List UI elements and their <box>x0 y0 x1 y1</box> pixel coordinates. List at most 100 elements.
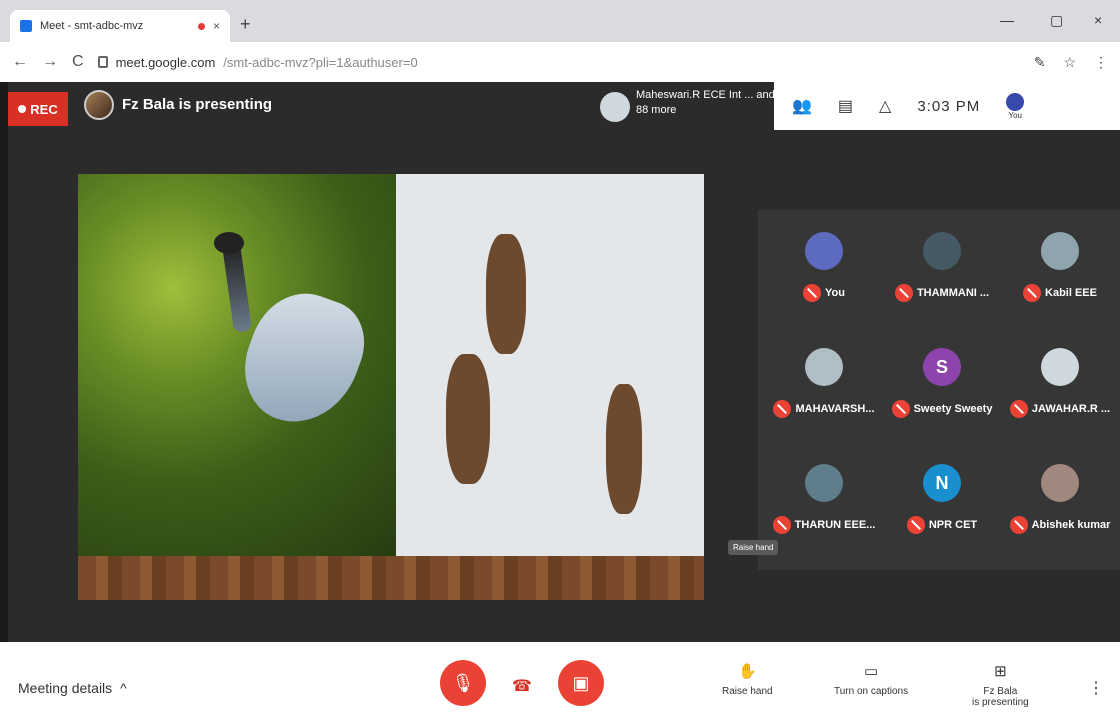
participant-name: Abishek kumar <box>1031 519 1111 531</box>
participant-tile[interactable]: S Sweety Sweety <box>882 326 1002 436</box>
raise-hand-label: Raise hand <box>722 686 773 697</box>
participant-avatar <box>1041 232 1079 270</box>
presenter-avatar <box>84 90 114 120</box>
self-view[interactable]: You <box>1006 92 1025 120</box>
tab-close-button[interactable]: × <box>213 19 220 33</box>
mic-off-icon: 🎙 <box>451 672 475 693</box>
participant-name: THARUN EEE... <box>794 519 876 531</box>
self-avatar <box>1006 92 1025 111</box>
lock-icon <box>97 56 108 68</box>
participant-avatar <box>923 232 961 270</box>
participant-avatar: S <box>923 348 961 386</box>
meet-favicon-icon <box>20 20 32 32</box>
participant-tile[interactable]: JAWAHAR.R ... <box>1000 326 1120 436</box>
captions-button[interactable]: ▭ Turn on captions <box>834 662 908 697</box>
participant-name: NPR CET <box>928 519 978 531</box>
slide-photo-crane <box>78 174 396 556</box>
participant-tile[interactable]: THARUN EEE... <box>764 442 884 552</box>
participant-avatar <box>805 464 843 502</box>
recording-badge: REC <box>8 92 68 126</box>
participant-tile[interactable]: Abishek kumar <box>1000 442 1120 552</box>
reed <box>486 234 526 354</box>
browser-menu-icon[interactable]: ⋮ <box>1094 54 1108 71</box>
browser-tab[interactable]: Meet - smt-adbc-mvz × <box>10 10 230 42</box>
meeting-top-controls: 👥 ▤ △ 3:03 PM You <box>774 82 1120 130</box>
browser-tab-bar: Meet - smt-adbc-mvz × + — ▢ × <box>0 0 1120 42</box>
participant-avatar <box>1041 464 1079 502</box>
meeting-stage: REC Fz Bala is presenting Maheswari.R EC… <box>8 82 1120 642</box>
participant-name: Kabil EEE <box>1045 287 1097 299</box>
tab-title: Meet - smt-adbc-mvz <box>40 20 144 32</box>
raise-hand-button[interactable]: ✋ Raise hand <box>722 662 773 697</box>
participant-avatar <box>805 232 843 270</box>
participant-avatar <box>1041 348 1079 386</box>
participant-name: MAHAVARSH... <box>795 403 875 415</box>
self-label: You <box>1008 110 1022 120</box>
camera-toggle-button[interactable]: ▣ <box>558 660 604 706</box>
others-label: Maheswari.R ECE Int ... and 88 more <box>636 89 775 116</box>
camera-off-icon: ▣ <box>572 672 590 693</box>
mic-off-icon <box>1023 284 1042 302</box>
presentation-slide <box>78 174 704 600</box>
slide-photo-reeds <box>396 174 704 556</box>
url-host: meet.google.com <box>115 54 216 70</box>
activities-icon[interactable]: △ <box>879 96 891 116</box>
recording-indicator-icon <box>197 22 205 30</box>
meeting-clock: 3:03 PM <box>917 97 981 115</box>
raise-hand-tooltip: Raise hand <box>728 540 779 555</box>
meeting-details-label: Meeting details <box>18 680 113 696</box>
captions-icon: ▭ <box>863 663 879 680</box>
chat-icon[interactable]: ▤ <box>838 96 853 116</box>
mic-off-icon <box>1009 400 1028 418</box>
hang-up-button[interactable]: ☎ <box>512 676 532 696</box>
reed <box>606 384 642 514</box>
mic-off-icon <box>891 400 910 418</box>
reload-button[interactable]: C <box>72 53 84 71</box>
maximize-button[interactable]: ▢ <box>1050 12 1063 29</box>
participant-tile[interactable]: THAMMANI ... <box>882 210 1002 320</box>
url-path: /smt-adbc-mvz?pli=1&authuser=0 <box>223 54 418 70</box>
chevron-up-icon: ^ <box>120 680 127 696</box>
mic-off-icon <box>773 400 792 418</box>
people-icon[interactable]: 👥 <box>792 96 812 116</box>
back-button[interactable]: ← <box>12 53 28 71</box>
extension-icon[interactable]: ✎ <box>1034 54 1046 71</box>
url-field[interactable]: meet.google.com/smt-adbc-mvz?pli=1&authu… <box>97 54 418 70</box>
present-button[interactable]: ⊞ Fz Bala is presenting <box>972 662 1029 708</box>
meeting-details-button[interactable]: Meeting details ^ <box>18 680 127 696</box>
window-close-button[interactable]: × <box>1094 12 1102 28</box>
mic-off-icon <box>1009 516 1028 534</box>
present-icon: ⊞ <box>994 663 1007 680</box>
participant-tile[interactable]: N NPR CET <box>882 442 1002 552</box>
address-bar: ← → C meet.google.com/smt-adbc-mvz?pli=1… <box>0 42 1120 82</box>
bookmark-icon[interactable]: ☆ <box>1063 54 1076 71</box>
minimize-button[interactable]: — <box>1000 12 1014 28</box>
participant-tile[interactable]: You <box>764 210 884 320</box>
mic-off-icon <box>906 516 925 534</box>
more-options-button[interactable]: ⋮ <box>1088 678 1104 698</box>
presenting-line2: is presenting <box>972 697 1029 708</box>
captions-label: Turn on captions <box>834 686 909 697</box>
slide-wood-floor <box>78 556 704 600</box>
rec-label: REC <box>30 101 58 117</box>
mic-toggle-button[interactable]: 🎙 <box>440 660 486 706</box>
hand-icon: ✋ <box>737 663 757 680</box>
participant-tile[interactable]: MAHAVARSH... <box>764 326 884 436</box>
forward-button[interactable]: → <box>42 53 58 71</box>
participant-grid: You THAMMANI ... Kabil EEE MAHAVARSH... … <box>758 210 1120 570</box>
participant-name: THAMMANI ... <box>916 287 990 299</box>
participant-name: You <box>825 287 845 299</box>
others-avatar <box>600 92 630 122</box>
participant-name: Sweety Sweety <box>913 403 993 415</box>
meeting-controls-bar: Meeting details ^ 🎙 ☎ ▣ ✋ Raise hand ▭ T… <box>0 642 1120 727</box>
mic-off-icon <box>894 284 913 302</box>
participant-avatar <box>805 348 843 386</box>
presenting-line1: Fz Bala <box>983 686 1018 697</box>
mic-off-icon <box>772 516 791 534</box>
record-dot-icon <box>18 105 27 113</box>
crane-neck <box>221 241 253 333</box>
new-tab-button[interactable]: + <box>240 14 251 35</box>
crane-head <box>214 232 244 254</box>
crane-body <box>229 279 377 439</box>
participant-tile[interactable]: Kabil EEE <box>1000 210 1120 320</box>
